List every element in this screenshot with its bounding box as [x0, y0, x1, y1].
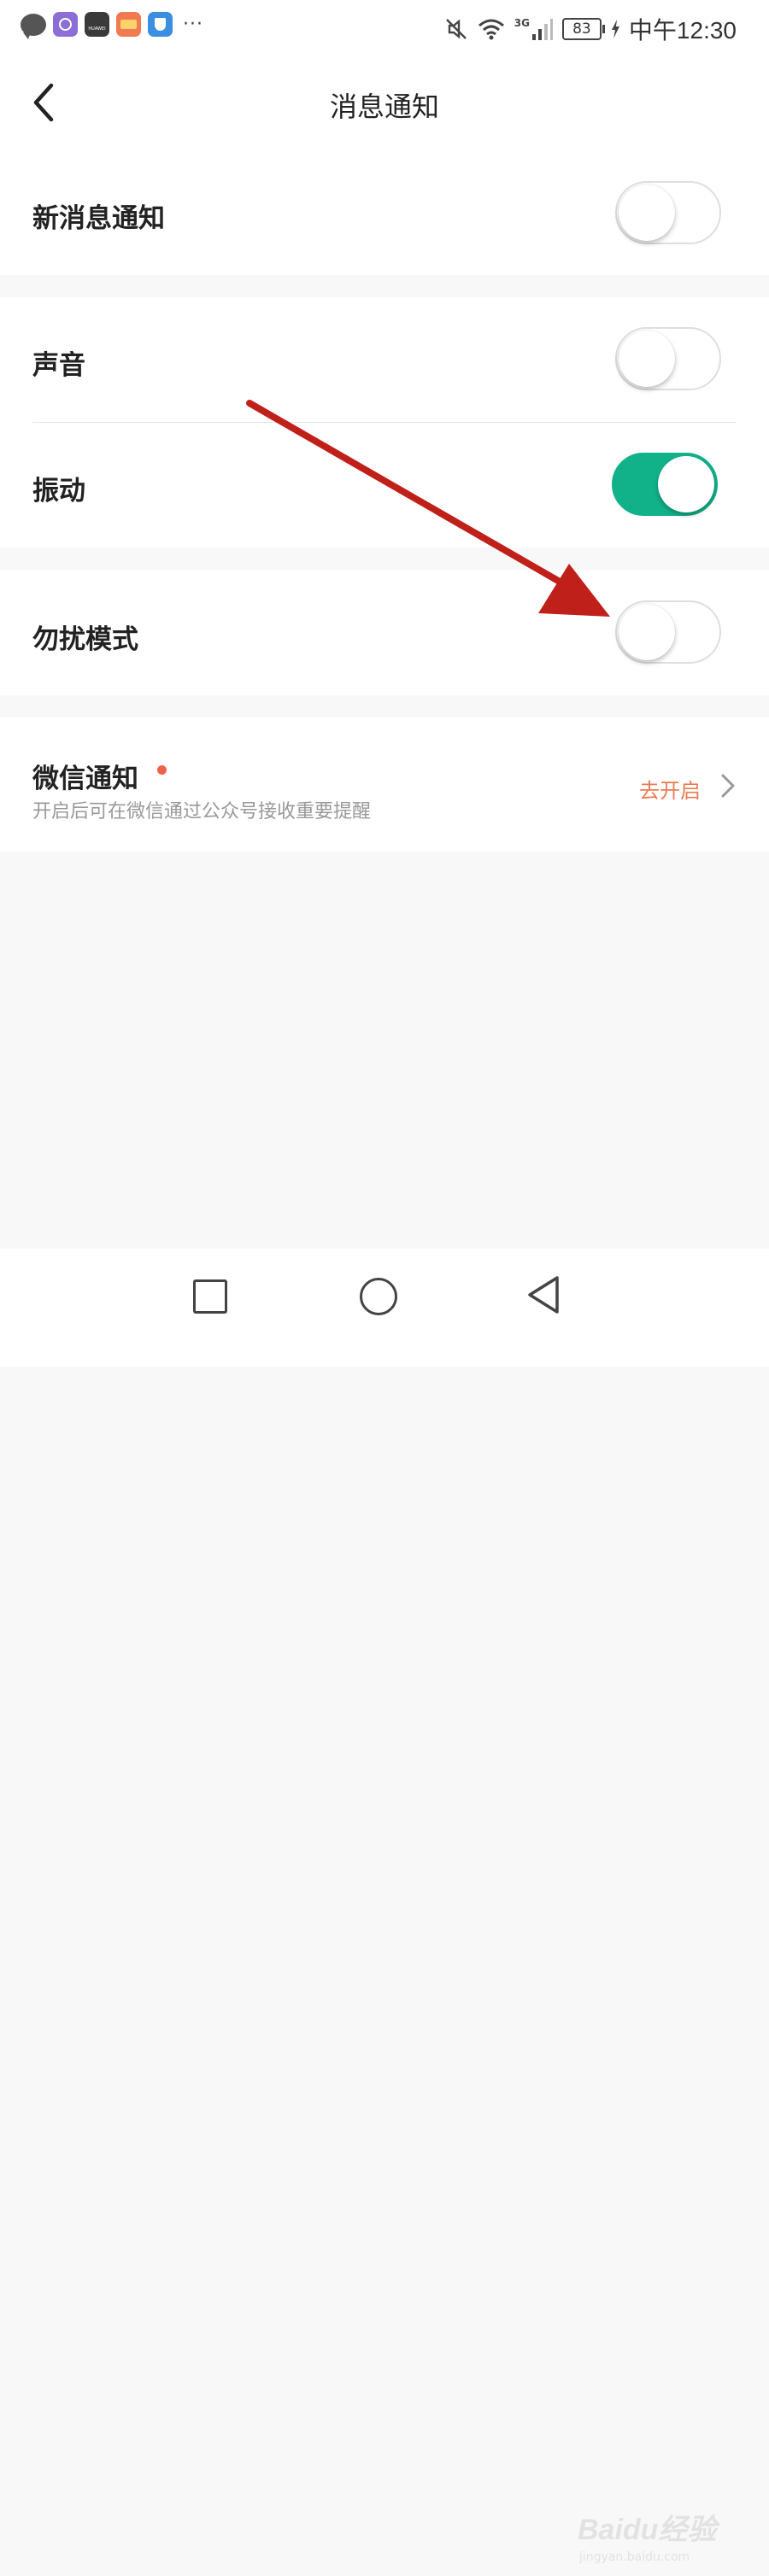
chat-icon [21, 13, 46, 39]
dnd-row: 勿扰模式 [0, 570, 769, 695]
status-bar: HUAWEI ··· 3G 83 中午12:30 [0, 0, 769, 53]
dnd-toggle[interactable] [615, 600, 721, 664]
system-back-button[interactable] [525, 1274, 562, 1315]
new-message-section: 新消息通知 [0, 154, 769, 275]
enable-wechat-link[interactable]: 去开启 [639, 774, 701, 804]
vibration-toggle[interactable] [612, 453, 718, 516]
home-button[interactable] [360, 1278, 397, 1315]
toggle-knob [619, 331, 675, 387]
wifi-icon [478, 19, 504, 40]
huawei-icon: HUAWEI [85, 12, 109, 37]
chevron-right-icon [721, 774, 735, 798]
wallet-icon [116, 12, 141, 37]
mute-icon [445, 19, 467, 39]
watermark: Baidu经验 jingyan.baidu.com [578, 2506, 740, 2576]
watermark-brand: Baidu经验 [578, 2514, 717, 2546]
wechat-section[interactable]: 微信通知 开启后可在微信通过公众号接收重要提醒 去开启 [0, 717, 769, 852]
battery-indicator: 83 [561, 18, 605, 40]
signal-icon [531, 19, 553, 40]
network-type: 3G [514, 17, 530, 29]
wechat-title: 微信通知 [32, 764, 138, 794]
charging-icon [611, 20, 619, 38]
sound-row: 声音 [0, 297, 769, 422]
wechat-subtitle: 开启后可在微信通过公众号接收重要提醒 [32, 801, 372, 823]
header: 消息通知 [0, 53, 769, 154]
purple-app-icon [53, 12, 78, 37]
page-title: 消息通知 [329, 91, 439, 123]
system-nav-bar: Baidu经验 jingyan.baidu.com [0, 1249, 769, 2564]
new-badge-dot [157, 765, 167, 775]
clock: 中午12:30 [628, 17, 737, 44]
more-notifications-icon: ··· [183, 13, 203, 35]
toggle-knob [658, 456, 714, 512]
dnd-label: 勿扰模式 [32, 624, 138, 655]
shield-icon [148, 12, 173, 37]
watermark-url: jingyan.baidu.com [579, 2550, 690, 2564]
toggle-knob [619, 184, 675, 241]
dnd-section: 勿扰模式 [0, 570, 769, 695]
notification-icons: HUAWEI ··· [21, 12, 203, 39]
sound-toggle[interactable] [615, 327, 721, 390]
new-message-row: 新消息通知 [0, 154, 769, 275]
sound-vibration-section: 声音 振动 [0, 297, 769, 547]
vibration-row: 振动 [0, 423, 769, 547]
toggle-knob [619, 604, 675, 660]
new-message-label: 新消息通知 [32, 203, 165, 234]
status-indicators: 3G 83 中午12:30 [444, 12, 737, 46]
new-message-toggle[interactable] [615, 181, 721, 244]
recent-apps-button[interactable] [193, 1279, 227, 1314]
sound-label: 声音 [32, 350, 85, 381]
vibration-label: 振动 [32, 476, 85, 506]
